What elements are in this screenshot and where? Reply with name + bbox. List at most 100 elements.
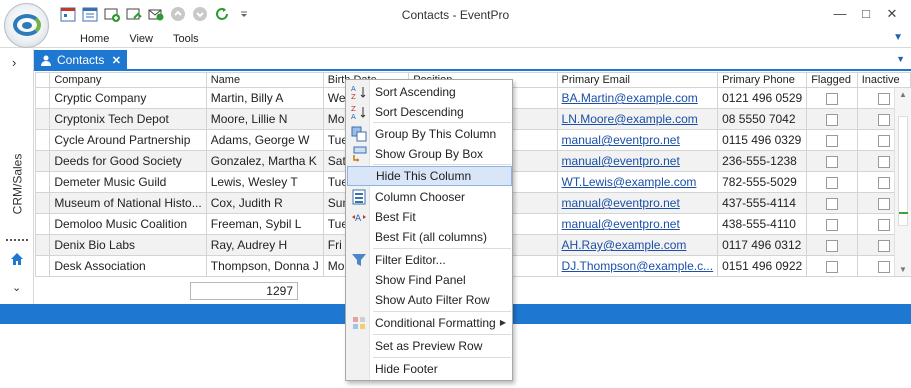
inactive-checkbox[interactable] (877, 155, 890, 168)
flagged-checkbox[interactable] (825, 260, 838, 273)
row-indicator[interactable] (34, 192, 51, 214)
document-tab-strip: Contacts ✕ ▼ (34, 49, 911, 71)
menu-item-sort-ascending[interactable]: A Z Sort Ascending (347, 82, 512, 102)
menu-item-label: Group By This Column (375, 127, 497, 141)
cell-company: Desk Association (49, 255, 207, 277)
maximize-button[interactable]: □ (855, 4, 877, 24)
column-header-company[interactable]: Company (49, 72, 207, 88)
home-icon[interactable] (10, 252, 24, 266)
menu-item-best-fit[interactable]: A Best Fit (347, 207, 512, 227)
row-indicator[interactable] (34, 213, 51, 235)
svg-text:A: A (351, 113, 356, 120)
row-indicator[interactable] (34, 150, 51, 172)
cell-phone: 08 5550 7042 (717, 108, 808, 130)
column-header-inactive[interactable]: Inactive (856, 72, 911, 88)
chevron-down-icon[interactable]: ⌄ (12, 281, 21, 294)
inactive-checkbox[interactable] (877, 260, 890, 273)
cell-flagged (806, 150, 858, 172)
flagged-checkbox[interactable] (825, 176, 838, 189)
row-indicator[interactable] (34, 234, 51, 256)
row-indicator[interactable] (34, 129, 51, 151)
row-indicator[interactable] (34, 171, 51, 193)
menu-item-best-fit-all-columns[interactable]: Best Fit (all columns) (347, 227, 512, 247)
flagged-checkbox[interactable] (825, 218, 838, 231)
cell-phone: 0117 496 0312 (717, 234, 808, 256)
tab-contacts[interactable]: Contacts ✕ (34, 50, 127, 70)
menu-item-filter-editor[interactable]: Filter Editor... (347, 250, 512, 270)
row-indicator[interactable] (34, 255, 51, 277)
expand-nav-icon[interactable]: › (12, 55, 16, 70)
title-bar: Contacts - EventPro — □ ✕ Home View Tool… (0, 0, 911, 48)
inactive-checkbox[interactable] (877, 92, 890, 105)
cell-email[interactable]: manual@eventpro.net (556, 192, 719, 214)
cell-email[interactable]: BA.Martin@example.com (556, 87, 719, 109)
menu-item-show-find-panel[interactable]: Show Find Panel (347, 270, 512, 290)
scroll-down-icon[interactable]: ▼ (899, 265, 907, 274)
cell-email[interactable]: LN.Moore@example.com (556, 108, 719, 130)
menu-separator (373, 357, 511, 358)
minimize-button[interactable]: — (829, 4, 851, 24)
ribbon-collapse-icon[interactable]: ▼ (893, 32, 903, 43)
cell-email[interactable]: manual@eventpro.net (556, 213, 719, 235)
inactive-checkbox[interactable] (877, 218, 890, 231)
row-indicator[interactable] (34, 108, 51, 130)
tab-view[interactable]: View (119, 33, 163, 45)
tab-home[interactable]: Home (70, 33, 119, 45)
cell-email[interactable]: manual@eventpro.net (556, 129, 719, 151)
group-by-column-icon (347, 124, 371, 144)
cell-phone: 0121 496 0529 (717, 87, 808, 109)
close-button[interactable]: ✕ (881, 4, 903, 24)
ribbon-tabs: Home View Tools (70, 33, 209, 45)
inactive-checkbox[interactable] (877, 239, 890, 252)
scroll-marker (899, 212, 908, 214)
cell-name: Lewis, Wesley T (205, 171, 324, 193)
inactive-checkbox[interactable] (877, 197, 890, 210)
menu-item-hide-this-column[interactable]: Hide This Column (347, 166, 512, 186)
cell-email[interactable]: AH.Ray@example.com (556, 234, 719, 256)
menu-item-group-by-this-column[interactable]: Group By This Column (347, 124, 512, 144)
nav-section-label[interactable]: CRM/Sales (3, 129, 31, 239)
menu-item-conditional-formatting[interactable]: Conditional Formatting (347, 313, 512, 333)
inactive-checkbox[interactable] (877, 113, 890, 126)
menu-item-label: Hide This Column (376, 169, 472, 183)
menu-item-label: Best Fit (all columns) (375, 230, 488, 244)
menu-item-show-group-by-box[interactable]: Show Group By Box (347, 144, 512, 164)
close-tab-icon[interactable]: ✕ (112, 54, 121, 67)
scroll-up-icon[interactable]: ▲ (899, 90, 907, 99)
cell-phone: 0115 496 0329 (717, 129, 808, 151)
filter-icon (347, 250, 371, 270)
conditional-formatting-icon (347, 313, 371, 333)
column-header-primary-email[interactable]: Primary Email (556, 72, 719, 88)
menu-item-sort-descending[interactable]: Z A Sort Descending (347, 102, 512, 122)
inactive-checkbox[interactable] (877, 176, 890, 189)
column-header-flagged[interactable]: Flagged (806, 72, 858, 88)
flagged-checkbox[interactable] (825, 92, 838, 105)
tab-list-dropdown-icon[interactable]: ▼ (896, 54, 905, 64)
flagged-checkbox[interactable] (825, 239, 838, 252)
group-by-box-icon (347, 144, 371, 164)
flagged-checkbox[interactable] (825, 113, 838, 126)
menu-item-icon-slot (347, 270, 371, 290)
vertical-scrollbar[interactable]: ▲ ▼ (894, 88, 911, 276)
inactive-checkbox[interactable] (877, 134, 890, 147)
cell-email[interactable]: WT.Lewis@example.com (556, 171, 719, 193)
flagged-checkbox[interactable] (825, 134, 838, 147)
row-indicator[interactable] (34, 87, 51, 109)
footer-count: 1297 (190, 282, 298, 300)
menu-item-hide-footer[interactable]: Hide Footer (347, 359, 512, 379)
menu-item-set-as-preview-row[interactable]: Set as Preview Row (347, 336, 512, 356)
menu-item-column-chooser[interactable]: Column Chooser (347, 187, 512, 207)
best-fit-icon: A (347, 207, 371, 227)
flagged-checkbox[interactable] (825, 155, 838, 168)
menu-separator (373, 164, 511, 165)
column-header-name[interactable]: Name (205, 72, 324, 88)
column-header-primary-phone[interactable]: Primary Phone (717, 72, 808, 88)
cell-email[interactable]: DJ.Thompson@example.c... (556, 255, 719, 277)
scrollbar-thumb[interactable] (898, 116, 908, 226)
flagged-checkbox[interactable] (825, 197, 838, 210)
tab-tools[interactable]: Tools (163, 33, 209, 45)
nav-splitter[interactable] (6, 239, 28, 241)
cell-email[interactable]: manual@eventpro.net (556, 150, 719, 172)
cell-name: Moore, Lillie N (205, 108, 324, 130)
menu-item-show-auto-filter-row[interactable]: Show Auto Filter Row (347, 290, 512, 310)
